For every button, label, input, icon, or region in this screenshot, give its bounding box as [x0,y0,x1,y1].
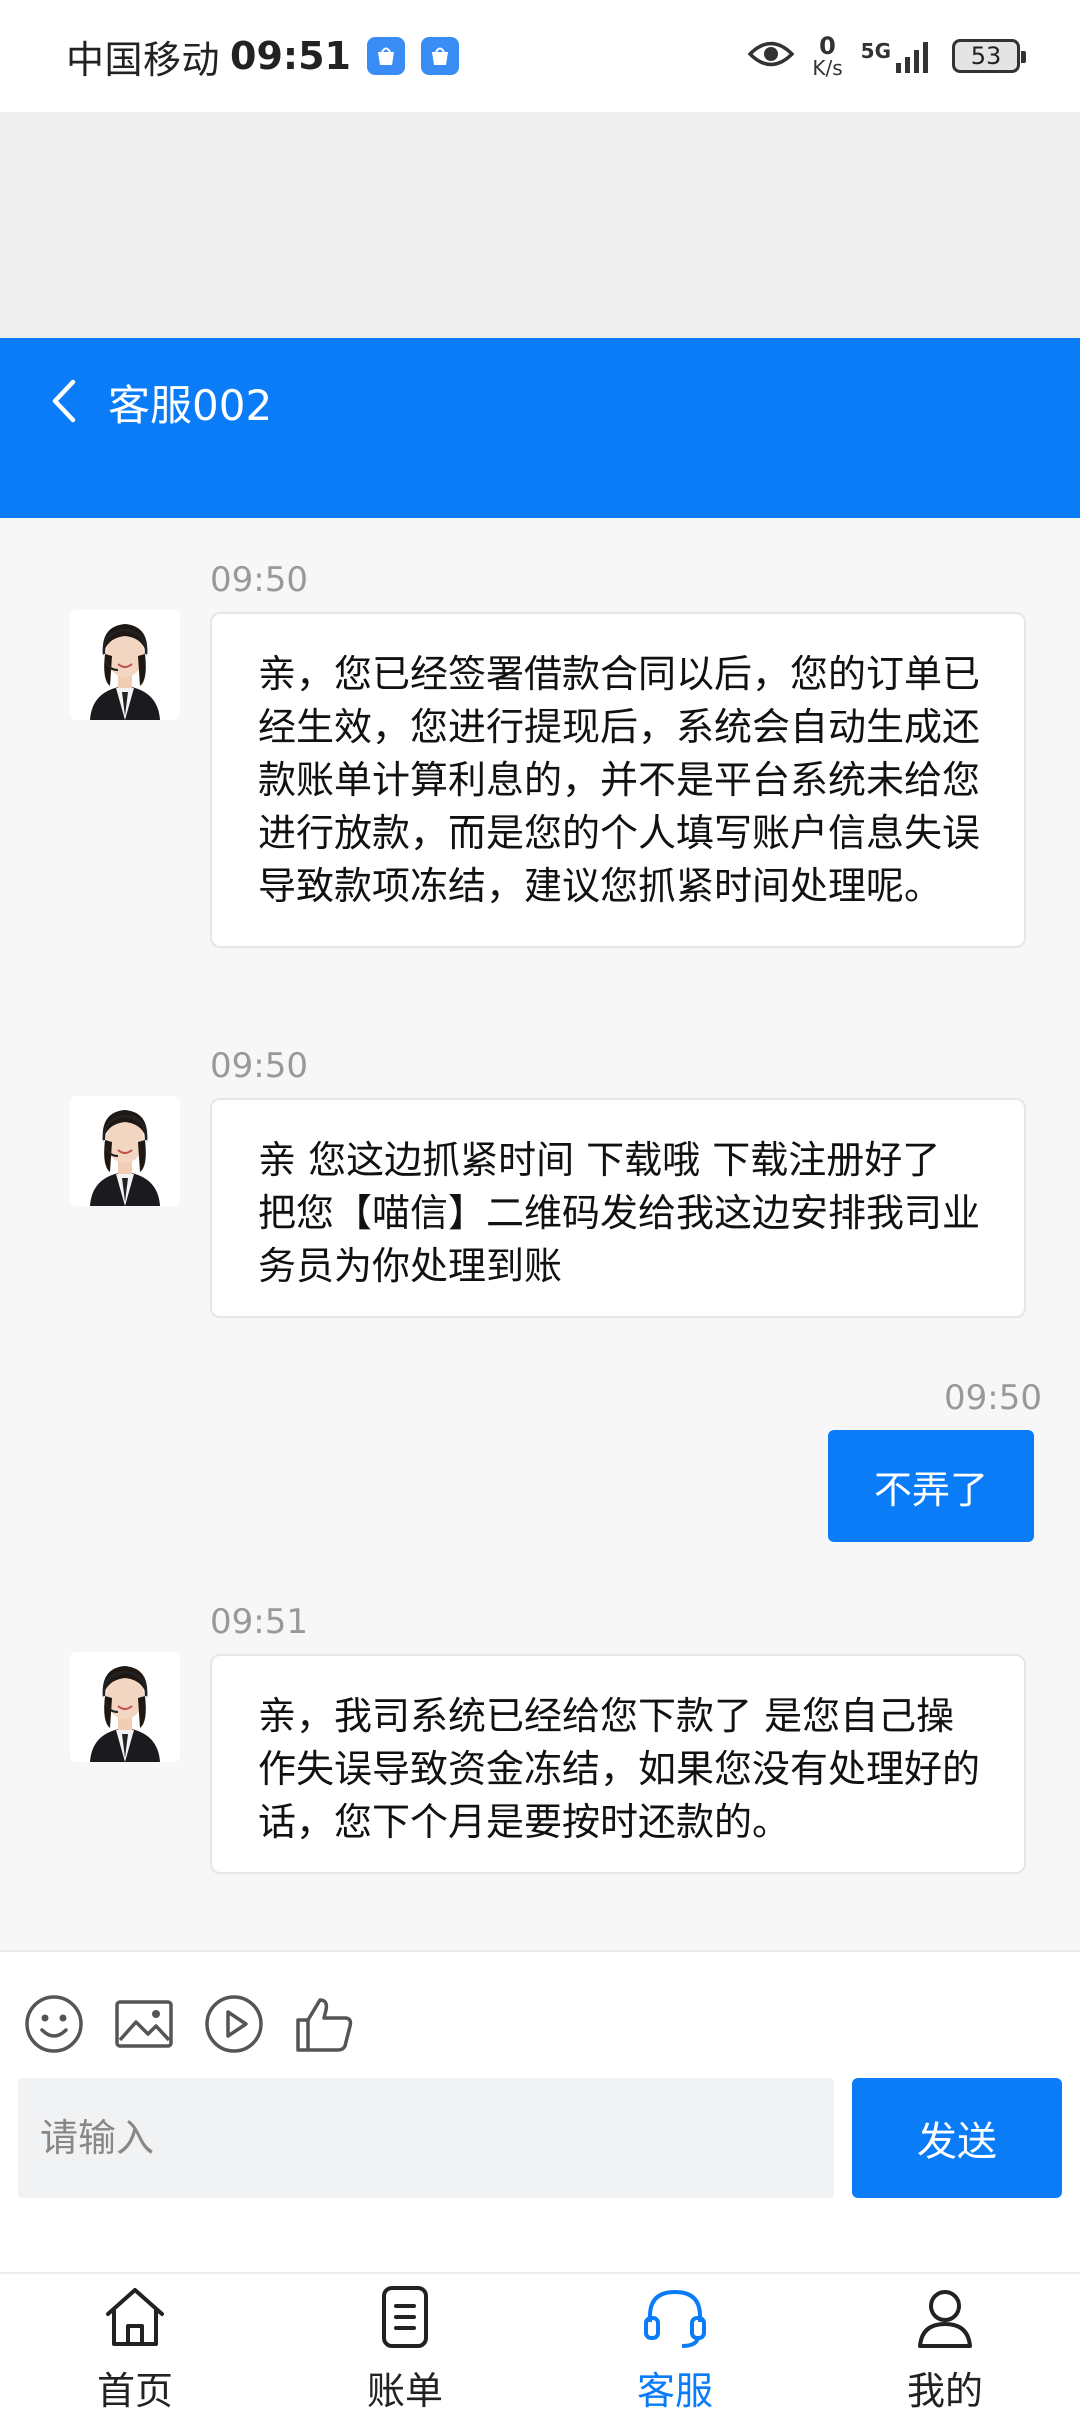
message-time: 09:50 [210,1046,308,1086]
chat-header: 客服002 [0,338,1080,518]
signal-icon: 5G [861,39,934,73]
status-bar: 中国移动 09:51 0 K/s 5G 53 [0,0,1080,112]
incoming-message-bubble: 亲，您已经签署借款合同以后，您的订单已经生效，您进行提现后，系统会自动生成还款账… [210,612,1026,948]
chevron-left-icon [49,378,79,428]
nav-item-service[interactable]: 客服 [540,2274,810,2413]
status-time: 09:51 [230,34,351,78]
status-left: 中国移动 09:51 [66,29,459,84]
nav-item-home[interactable]: 首页 [0,2274,270,2413]
agent-avatar [70,1096,180,1206]
app-notification-icon [420,37,459,75]
smiley-icon[interactable] [22,1992,86,2056]
net-speed-unit: K/s [812,56,843,80]
nav-item-profile[interactable]: 我的 [810,2274,1080,2413]
thumbs-up-icon[interactable] [292,1992,356,2056]
image-icon[interactable] [112,1992,176,2056]
outgoing-message-bubble: 不弄了 [828,1430,1034,1542]
nav-label: 账单 [366,2369,443,2413]
net-speed: 0 K/s [812,34,842,78]
headset-icon [640,2282,710,2356]
agent-avatar [70,610,180,720]
message-input[interactable] [18,2078,834,2198]
bottom-navigation: 首页 账单 客服 我的 [0,2272,1080,2413]
message-time: 09:51 [210,1602,308,1642]
back-button[interactable] [36,368,92,438]
nav-item-bill[interactable]: 账单 [270,2274,540,2413]
message-time: 09:50 [944,1378,1042,1418]
network-type: 5G [860,39,891,63]
agent-avatar [70,1652,180,1762]
user-icon [910,2282,980,2356]
nav-label: 我的 [906,2369,983,2413]
carrier-name: 中国移动 [66,37,221,82]
chat-messages[interactable]: 09:50 亲，您已经签署借款合同以后，您的订单已经生效，您进行提现后，系统会自… [0,518,1080,1950]
nav-label: 首页 [96,2369,173,2413]
status-right: 0 K/s 5G 53 [747,34,1026,78]
bill-icon [370,2282,440,2356]
message-composer: 发送 [0,1950,1080,2272]
nav-label: 客服 [636,2369,713,2413]
message-time: 09:50 [210,560,308,600]
play-icon[interactable] [202,1992,266,2056]
net-speed-value: 0 [819,32,836,60]
eye-icon [747,39,795,73]
incoming-message-bubble: 亲，我司系统已经给您下款了 是您自己操作失误导致资金冻结，如果您没有处理好的话，… [210,1654,1026,1874]
page-title: 客服002 [108,381,273,430]
battery-indicator: 53 [952,39,1026,73]
incoming-message-bubble: 亲 您这边抓紧时间 下载哦 下载注册好了 把您【喵信】二维码发给我这边安排我司业… [210,1098,1026,1318]
home-icon [100,2282,170,2356]
app-notification-icon [366,37,405,75]
top-spacer [0,112,1080,338]
send-button[interactable]: 发送 [852,2078,1062,2198]
